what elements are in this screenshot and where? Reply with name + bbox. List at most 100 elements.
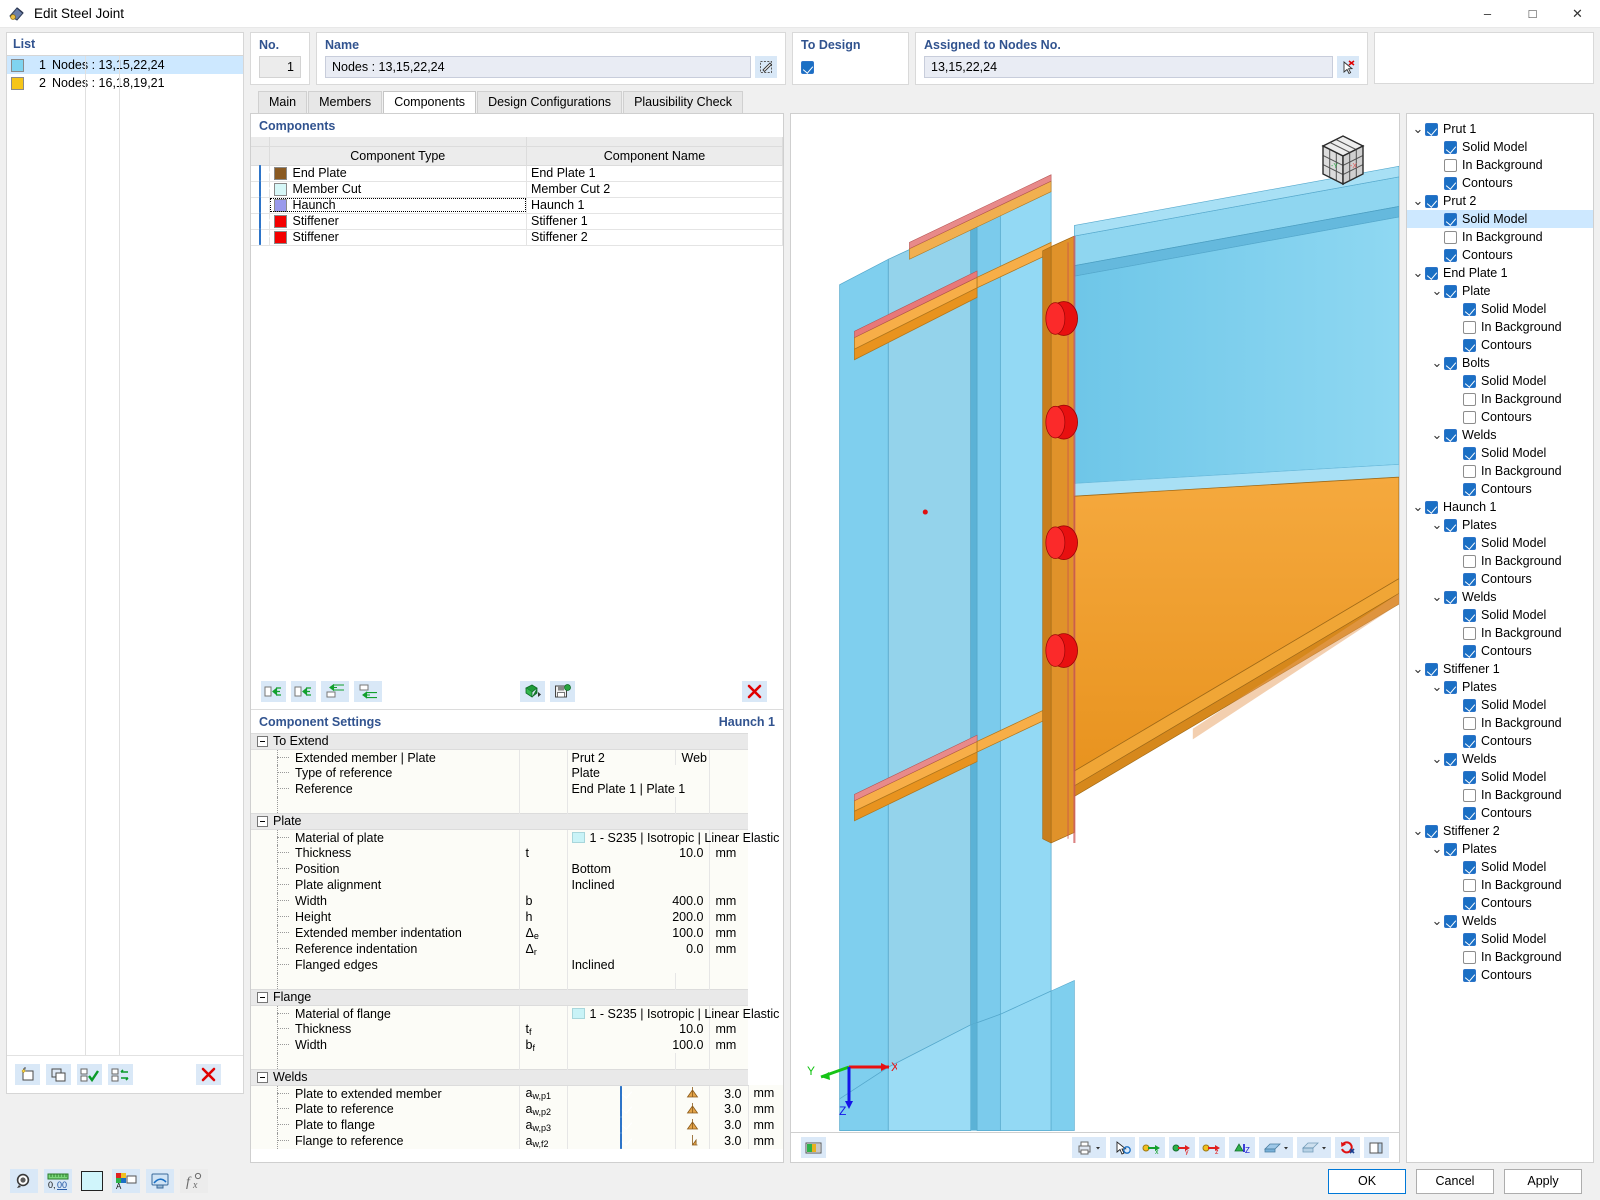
- view-cube-icon[interactable]: -Y -X: [1309, 128, 1377, 193]
- tree-node-checkbox[interactable]: [1463, 879, 1476, 892]
- tree-node-checkbox[interactable]: [1425, 267, 1438, 280]
- tab-plausibility-check[interactable]: Plausibility Check: [623, 91, 743, 113]
- tree-node-checkbox[interactable]: [1463, 573, 1476, 586]
- tree-node-checkbox[interactable]: [1463, 555, 1476, 568]
- tree-node-checkbox[interactable]: [1444, 231, 1457, 244]
- property-group-header[interactable]: Plate: [251, 813, 783, 829]
- tree-node-checkbox[interactable]: [1444, 915, 1457, 928]
- tree-node[interactable]: Solid Model: [1407, 858, 1593, 876]
- chevron-down-icon[interactable]: ⌄: [1430, 429, 1444, 441]
- chevron-down-icon[interactable]: ⌄: [1411, 123, 1425, 135]
- tree-node-checkbox[interactable]: [1463, 465, 1476, 478]
- tree-node[interactable]: In Background: [1407, 624, 1593, 642]
- tree-node[interactable]: Contours: [1407, 732, 1593, 750]
- component-name-cell[interactable]: Haunch 1: [527, 197, 783, 213]
- tree-node[interactable]: ⌄Prut 1: [1407, 120, 1593, 138]
- row-checkbox[interactable]: [259, 197, 261, 213]
- chevron-down-icon[interactable]: ⌄: [1430, 681, 1444, 693]
- tree-node[interactable]: ⌄Plates: [1407, 516, 1593, 534]
- property-number[interactable]: 3.0: [710, 1133, 748, 1149]
- component-type-cell[interactable]: Member Cut: [269, 181, 527, 197]
- table-row[interactable]: End Plate End Plate 1: [251, 165, 783, 181]
- chevron-down-icon[interactable]: ⌄: [1411, 195, 1425, 207]
- model-tree-panel[interactable]: ⌄Prut 1Solid ModelIn BackgroundContours⌄…: [1406, 113, 1594, 1163]
- row-checkbox[interactable]: [259, 213, 261, 229]
- property-row[interactable]: Thickness t 10.0 mm: [251, 845, 783, 861]
- tree-node-checkbox[interactable]: [1463, 699, 1476, 712]
- property-row[interactable]: Type of reference Plate: [251, 765, 783, 781]
- tree-node[interactable]: Solid Model: [1407, 768, 1593, 786]
- tree-node[interactable]: ⌄Welds: [1407, 588, 1593, 606]
- copy-joint-icon[interactable]: [46, 1064, 71, 1085]
- tree-node[interactable]: Contours: [1407, 894, 1593, 912]
- tree-node[interactable]: In Background: [1407, 714, 1593, 732]
- property-row[interactable]: Extended member | Plate Prut 2 Web: [251, 749, 783, 765]
- tree-node[interactable]: ⌄Welds: [1407, 750, 1593, 768]
- tree-node[interactable]: Contours: [1407, 336, 1593, 354]
- chevron-down-icon[interactable]: ⌄: [1430, 519, 1444, 531]
- tree-node[interactable]: ⌄Welds: [1407, 426, 1593, 444]
- property-row[interactable]: Extended member indentation Δe 100.0 mm: [251, 925, 783, 941]
- chevron-down-icon[interactable]: ⌄: [1411, 825, 1425, 837]
- chevron-down-icon[interactable]: ⌄: [1430, 357, 1444, 369]
- row-checkbox-cell[interactable]: [251, 213, 269, 229]
- component-type-cell[interactable]: Haunch: [269, 197, 527, 213]
- tree-node[interactable]: ⌄Haunch 1: [1407, 498, 1593, 516]
- transparency-icon[interactable]: [1297, 1137, 1331, 1158]
- table-row[interactable]: Stiffener Stiffener 1: [251, 213, 783, 229]
- group-expander-icon[interactable]: [257, 1072, 268, 1083]
- property-value[interactable]: End Plate 1 | Plate 1: [567, 781, 710, 797]
- move-down-icon[interactable]: [354, 681, 382, 702]
- row-checkbox-cell[interactable]: [251, 197, 269, 213]
- row-checkbox[interactable]: [259, 165, 261, 181]
- tree-node-checkbox[interactable]: [1463, 321, 1476, 334]
- tab-design-configurations[interactable]: Design Configurations: [477, 91, 622, 113]
- tree-node-checkbox[interactable]: [1444, 429, 1457, 442]
- property-number[interactable]: 200.0: [567, 909, 710, 925]
- new-joint-icon[interactable]: [15, 1064, 40, 1085]
- view-z-icon[interactable]: z: [1199, 1137, 1225, 1158]
- row-checkbox-cell[interactable]: [251, 181, 269, 197]
- tree-node-checkbox[interactable]: [1444, 681, 1457, 694]
- property-row[interactable]: Thickness tf 10.0 mm: [251, 1021, 783, 1037]
- tree-node-checkbox[interactable]: [1463, 897, 1476, 910]
- tree-node-checkbox[interactable]: [1463, 951, 1476, 964]
- view-y-icon[interactable]: y: [1169, 1137, 1195, 1158]
- tree-node-checkbox[interactable]: [1463, 645, 1476, 658]
- property-group-header[interactable]: To Extend: [251, 733, 783, 749]
- table-row[interactable]: Haunch Haunch 1: [251, 197, 783, 213]
- to-design-checkbox[interactable]: [801, 61, 814, 74]
- tab-members[interactable]: Members: [308, 91, 382, 113]
- render-settings-icon[interactable]: A: [112, 1169, 140, 1193]
- reset-view-icon[interactable]: [1335, 1137, 1360, 1158]
- property-row[interactable]: Width b 400.0 mm: [251, 893, 783, 909]
- tree-node-checkbox[interactable]: [1463, 771, 1476, 784]
- component-type-cell[interactable]: End Plate: [269, 165, 527, 181]
- tree-node-checkbox[interactable]: [1463, 861, 1476, 874]
- tree-node-checkbox[interactable]: [1463, 735, 1476, 748]
- property-row[interactable]: Reference End Plate 1 | Plate 1: [251, 781, 783, 797]
- chevron-down-icon[interactable]: ⌄: [1430, 285, 1444, 297]
- chevron-down-icon[interactable]: ⌄: [1430, 843, 1444, 855]
- tab-components[interactable]: Components: [383, 91, 476, 113]
- tree-node[interactable]: In Background: [1407, 786, 1593, 804]
- tree-node[interactable]: ⌄Plates: [1407, 678, 1593, 696]
- property-row[interactable]: Width bf 100.0 mm: [251, 1037, 783, 1053]
- component-name-cell[interactable]: End Plate 1: [527, 165, 783, 181]
- tree-node-checkbox[interactable]: [1463, 969, 1476, 982]
- fillet-weld-both-icon[interactable]: [675, 1117, 710, 1133]
- property-number[interactable]: 3.0: [710, 1117, 748, 1133]
- tree-node-checkbox[interactable]: [1463, 411, 1476, 424]
- row-checkbox[interactable]: [259, 229, 261, 245]
- tab-main[interactable]: Main: [258, 91, 307, 113]
- tree-node-checkbox[interactable]: [1463, 789, 1476, 802]
- property-row[interactable]: Position Bottom: [251, 861, 783, 877]
- tree-node-checkbox[interactable]: [1444, 843, 1457, 856]
- tree-node-checkbox[interactable]: [1444, 285, 1457, 298]
- name-input[interactable]: Nodes : 13,15,22,24: [325, 56, 751, 78]
- tree-node-checkbox[interactable]: [1425, 501, 1438, 514]
- search-icon[interactable]: [10, 1169, 38, 1193]
- tree-node[interactable]: Contours: [1407, 246, 1593, 264]
- chevron-down-icon[interactable]: ⌄: [1430, 915, 1444, 927]
- chevron-down-icon[interactable]: ⌄: [1430, 753, 1444, 765]
